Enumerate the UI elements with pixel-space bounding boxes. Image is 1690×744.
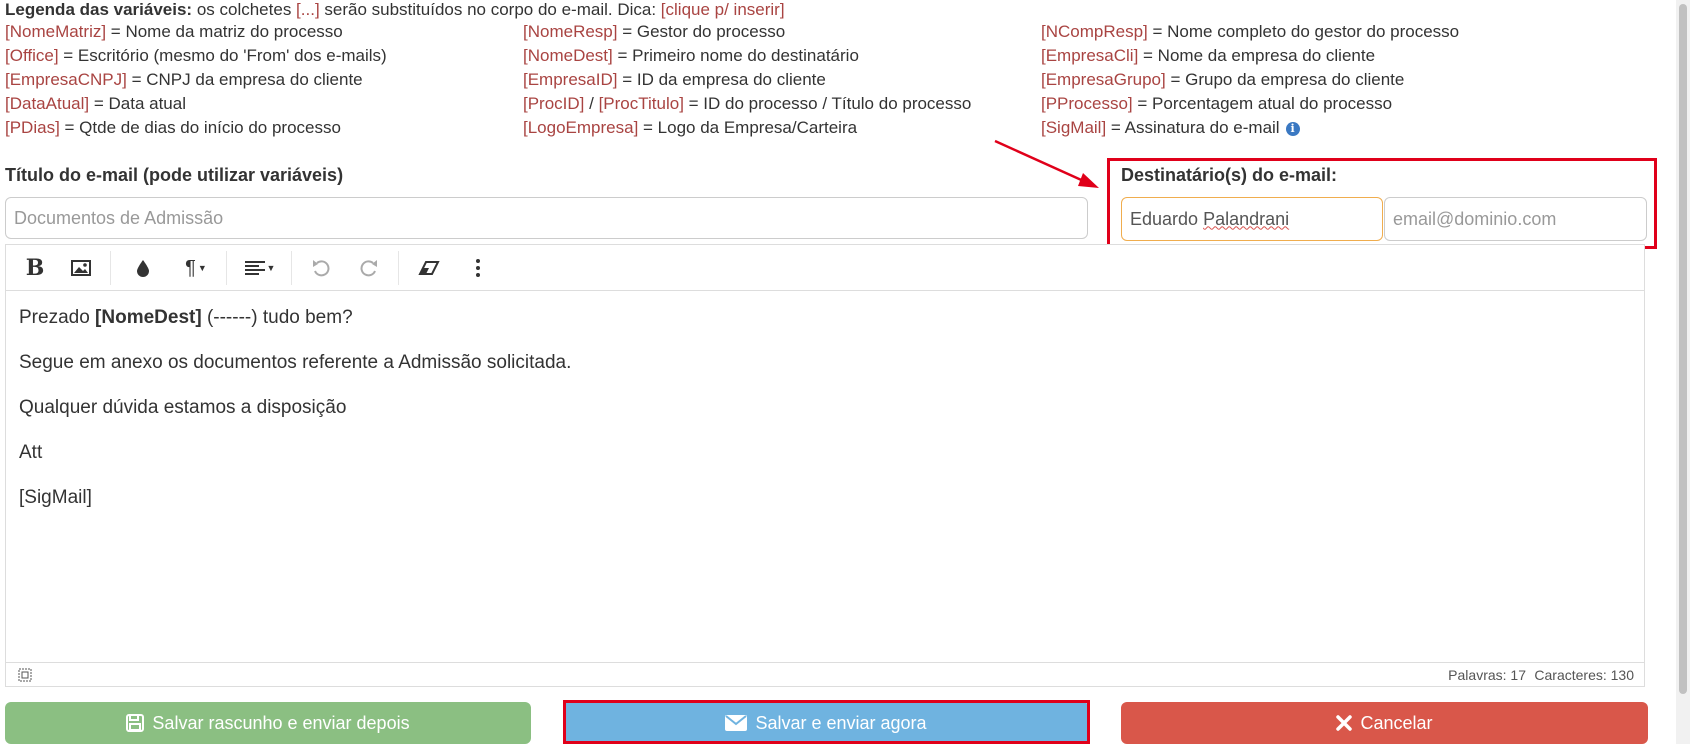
paragraph-icon[interactable]: ¶ ▼ — [176, 253, 216, 283]
variable-token[interactable]: [PProcesso] — [1041, 94, 1133, 113]
variable-token[interactable]: [SigMail] — [1041, 118, 1106, 137]
subject-label: Título do e-mail (pode utilizar variávei… — [5, 165, 344, 185]
variable-desc: = Escritório (mesmo do 'From' dos e-mail… — [58, 46, 387, 65]
variable-desc: = Nome da empresa do cliente — [1138, 46, 1376, 65]
variable-separator: / — [584, 94, 599, 113]
variable-token[interactable]: [NomeMatriz] — [5, 22, 106, 41]
info-icon[interactable]: i — [1285, 121, 1300, 136]
body-line: Att — [19, 442, 43, 463]
legend-item[interactable]: [NomeResp] = Gestor do processo — [523, 22, 785, 42]
body-variable: [NomeDest] — [95, 307, 202, 328]
variable-token[interactable]: [EmpresaGrupo] — [1041, 70, 1166, 89]
legend-item[interactable]: [NomeDest] = Primeiro nome do destinatár… — [523, 46, 859, 66]
redo-icon[interactable] — [356, 253, 382, 283]
chevron-down-icon: ▼ — [197, 263, 207, 273]
legend-header: Legenda das variáveis: os colchetes [...… — [5, 0, 785, 20]
variable-desc: = Logo da Empresa/Carteira — [638, 118, 858, 137]
chevron-down-icon: ▼ — [266, 263, 276, 273]
variable-token[interactable]: [ProcID] — [523, 94, 584, 113]
variable-token[interactable]: [EmpresaCNPJ] — [5, 70, 127, 89]
variable-token[interactable]: [LogoEmpresa] — [523, 118, 638, 137]
legend-item[interactable]: [DataAtual] = Data atual — [5, 94, 186, 114]
legend-tip: [clique p/ inserir] — [660, 0, 785, 19]
legend-item[interactable]: [ProcID] / [ProcTitulo] = ID do processo… — [523, 94, 971, 114]
cancel-label: Cancelar — [1360, 712, 1433, 733]
legend-item[interactable]: [EmpresaGrupo] = Grupo da empresa do cli… — [1041, 70, 1404, 90]
variable-token[interactable]: [Office] — [5, 46, 59, 65]
close-icon — [1336, 715, 1353, 731]
save-draft-button[interactable]: Salvar rascunho e enviar depois — [5, 702, 531, 744]
variable-desc: = Grupo da empresa do cliente — [1165, 70, 1405, 89]
body-text: (------) tudo bem? — [201, 307, 353, 328]
legend-desc-before: os colchetes — [192, 0, 297, 19]
eraser-icon[interactable] — [416, 253, 442, 283]
legend-bracket: [...] — [296, 0, 320, 19]
undo-icon[interactable] — [308, 253, 334, 283]
legend-item[interactable]: [EmpresaCli] = Nome da empresa do client… — [1041, 46, 1375, 66]
body-line: Segue em anexo os documentos referente a… — [19, 352, 572, 373]
send-highlight-box — [563, 700, 1090, 744]
variable-desc: = Data atual — [89, 94, 186, 113]
page-scrollbar[interactable] — [1676, 0, 1690, 744]
bold-icon[interactable]: B — [20, 253, 50, 283]
variable-desc: = Nome completo do gestor do processo — [1147, 22, 1460, 41]
legend-item[interactable]: [SigMail] = Assinatura do e-mail i — [1041, 118, 1300, 138]
variable-token[interactable]: [ProcTitulo] — [599, 94, 684, 113]
legend-desc-after: serão substituídos no corpo do e-mail. D… — [319, 0, 661, 19]
char-count: Caracteres: 130 — [1534, 667, 1634, 683]
variable-desc: = Gestor do processo — [617, 22, 786, 41]
variable-token[interactable]: [PDias] — [5, 118, 60, 137]
save-icon — [126, 714, 145, 732]
legend-title: Legenda das variáveis: — [5, 0, 193, 19]
toolbar-separator — [398, 251, 399, 285]
body-line: [SigMail] — [19, 487, 92, 508]
variable-desc: = ID do processo / Título do processo — [683, 94, 972, 113]
email-body[interactable]: Prezado [NomeDest] (------) tudo bem? Se… — [19, 307, 571, 532]
pilcrow-glyph: ¶ — [185, 256, 196, 279]
align-icon[interactable]: ▼ — [238, 253, 282, 283]
editor-statusbar: Palavras: 17 Caracteres: 130 — [6, 662, 1644, 686]
legend-item[interactable]: [EmpresaID] = ID da empresa do cliente — [523, 70, 826, 90]
subject-input[interactable]: Documentos de Admissão — [5, 197, 1088, 239]
variable-desc: = Nome da matriz do processo — [106, 22, 343, 41]
legend-item[interactable]: [NomeMatriz] = Nome da matriz do process… — [5, 22, 343, 42]
variable-desc: = Assinatura do e-mail — [1106, 118, 1280, 137]
variable-desc: = Qtde de dias do início do processo — [59, 118, 341, 137]
email-editor: B ¶ ▼ ▼ Prezado [NomeDest] (------) tudo … — [5, 244, 1645, 687]
toolbar-separator — [226, 251, 227, 285]
variable-desc: = CNPJ da empresa do cliente — [126, 70, 363, 89]
legend-item[interactable]: [EmpresaCNPJ] = CNPJ da empresa do clien… — [5, 70, 363, 90]
variable-token[interactable]: [EmpresaCli] — [1041, 46, 1138, 65]
more-vertical-icon[interactable] — [468, 253, 488, 283]
editor-toolbar: B ¶ ▼ ▼ — [6, 245, 1644, 291]
variable-desc: = Porcentagem atual do processo — [1132, 94, 1393, 113]
variable-token[interactable]: [EmpresaID] — [523, 70, 617, 89]
variable-token[interactable]: [DataAtual] — [5, 94, 89, 113]
save-draft-label: Salvar rascunho e enviar depois — [152, 712, 410, 733]
toolbar-separator — [110, 251, 111, 285]
variable-token[interactable]: [NomeDest] — [523, 46, 613, 65]
legend-item[interactable]: [PProcesso] = Porcentagem atual do proce… — [1041, 94, 1392, 114]
variable-token[interactable]: [NCompResp] — [1041, 22, 1148, 41]
body-line: Prezado [NomeDest] (------) tudo bem? — [19, 307, 571, 328]
legend-item[interactable]: [NCompResp] = Nome completo do gestor do… — [1041, 22, 1459, 42]
fullscreen-icon[interactable] — [18, 668, 32, 685]
variable-token[interactable]: [NomeResp] — [523, 22, 617, 41]
scrollbar-thumb[interactable] — [1679, 4, 1687, 694]
image-icon[interactable] — [66, 253, 96, 283]
recipients-highlight-box — [1107, 158, 1657, 249]
body-text: Prezado — [19, 307, 96, 328]
color-drop-icon[interactable] — [132, 253, 154, 283]
word-count: Palavras: 17 — [1448, 667, 1526, 683]
cancel-button[interactable]: Cancelar — [1121, 702, 1648, 744]
toolbar-separator — [291, 251, 292, 285]
subject-placeholder: Documentos de Admissão — [14, 207, 224, 228]
variable-desc: = Primeiro nome do destinatário — [612, 46, 859, 65]
legend-item[interactable]: [LogoEmpresa] = Logo da Empresa/Carteira — [523, 118, 857, 138]
legend-item[interactable]: [Office] = Escritório (mesmo do 'From' d… — [5, 46, 387, 66]
body-line: Qualquer dúvida estamos a disposição — [19, 397, 347, 418]
variable-desc: = ID da empresa do cliente — [617, 70, 826, 89]
legend-item[interactable]: [PDias] = Qtde de dias do início do proc… — [5, 118, 341, 138]
